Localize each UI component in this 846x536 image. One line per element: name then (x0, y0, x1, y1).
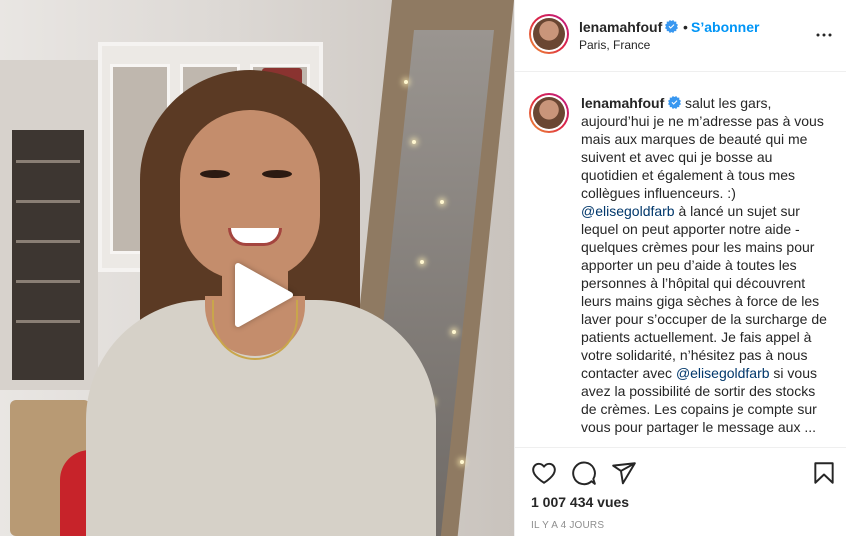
fairy-light (420, 260, 424, 264)
caption-mention[interactable]: @elisegoldfarb (676, 365, 770, 381)
video-bookcase (12, 130, 84, 380)
fairy-light (440, 200, 444, 204)
video-person-face (180, 110, 320, 280)
share-icon[interactable] (611, 460, 637, 486)
verified-badge-icon (668, 96, 682, 109)
post-location[interactable]: Paris, France (579, 38, 650, 52)
caption-section: lenamahfouf salut les gars, aujourd’hui … (515, 73, 846, 447)
comment-icon[interactable] (571, 460, 597, 486)
caption-body: à lancé un sujet sur lequel on peut appo… (581, 203, 827, 381)
post-video[interactable] (0, 0, 514, 536)
post-details-panel: lenamahfouf • S’abonner Paris, France le… (514, 0, 846, 536)
post-actions: 1 007 434 vues IL Y A 4 JOURS (515, 447, 846, 536)
avatar[interactable] (529, 14, 569, 54)
play-icon[interactable] (230, 262, 296, 328)
fairy-light (412, 140, 416, 144)
heart-icon[interactable] (531, 460, 557, 486)
bookmark-icon[interactable] (811, 460, 837, 486)
follow-separator: • (683, 19, 688, 35)
view-count: 1 007 434 vues (531, 494, 630, 510)
caption-text: lenamahfouf salut les gars, aujourd’hui … (581, 94, 831, 436)
caption-username[interactable]: lenamahfouf (581, 95, 664, 111)
follow-button[interactable]: S’abonner (691, 19, 759, 35)
fairy-light (460, 460, 464, 464)
post-header: lenamahfouf • S’abonner Paris, France (515, 0, 846, 72)
video-person-eye (200, 170, 230, 178)
post-timestamp[interactable]: IL Y A 4 JOURS (531, 520, 604, 531)
video-person-eye (262, 170, 292, 178)
caption-avatar[interactable] (529, 93, 569, 133)
fairy-light (452, 330, 456, 334)
fairy-light (404, 80, 408, 84)
verified-badge-icon (665, 20, 678, 33)
author-username[interactable]: lenamahfouf (579, 19, 662, 35)
caption-mention[interactable]: @elisegoldfarb (581, 203, 675, 219)
more-options-icon[interactable] (815, 26, 833, 44)
